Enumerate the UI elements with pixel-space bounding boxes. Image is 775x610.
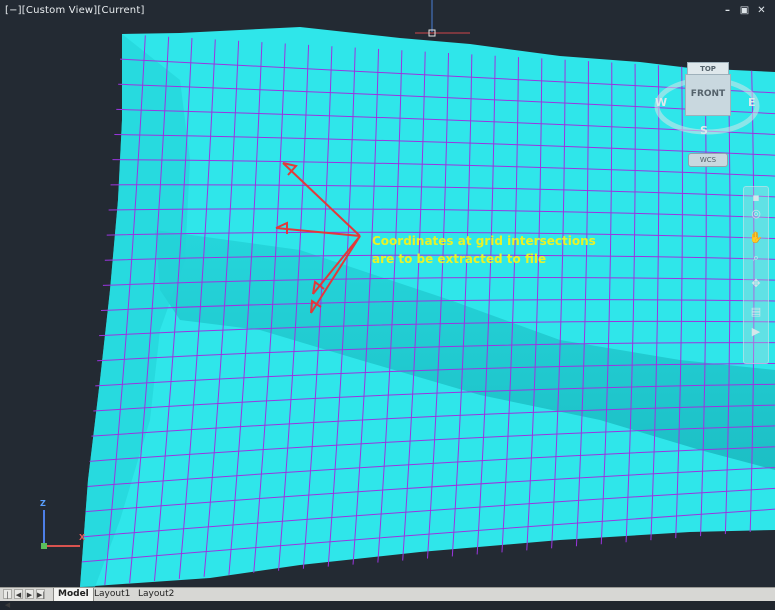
- viewcube[interactable]: TOP FRONT W E S WCS: [650, 60, 765, 180]
- tab-model[interactable]: Model: [53, 588, 94, 601]
- tab-layout2[interactable]: Layout2: [134, 588, 178, 601]
- close-button[interactable]: ✕: [756, 5, 767, 16]
- annotation-line-2: are to be extracted to file: [372, 252, 547, 266]
- crosshair-cursor: [415, 0, 470, 37]
- layout-tab-bar: |◀ ◀ ▶ ▶| Model Layout1 Layout2: [0, 587, 775, 609]
- navigation-bar: ▪ ◎ ✋ ⌕ ✥ ▤ ▶: [743, 186, 769, 364]
- ucs-z-label: Z: [40, 499, 46, 508]
- play-icon[interactable]: ▶: [748, 325, 764, 339]
- compass-east[interactable]: E: [748, 96, 756, 109]
- model-viewport[interactable]: [−][Custom View][Current] – ▣ ✕ Coordina…: [0, 0, 775, 587]
- annotation-text: Coordinates at grid intersections are to…: [372, 232, 596, 268]
- tab-prev-icon[interactable]: ◀: [14, 589, 23, 599]
- orbit-icon[interactable]: ✥: [748, 277, 764, 291]
- tab-next-icon[interactable]: ▶: [25, 589, 34, 599]
- viewport-window-controls: – ▣ ✕: [722, 5, 767, 16]
- wcs-menu-button[interactable]: WCS: [688, 153, 728, 167]
- tab-last-icon[interactable]: ▶|: [36, 589, 45, 599]
- view-label[interactable]: [−][Custom View][Current]: [5, 5, 145, 16]
- annotation-line-1: Coordinates at grid intersections: [372, 234, 596, 248]
- viewcube-front-face[interactable]: FRONT: [685, 74, 731, 116]
- pan-icon[interactable]: ✋: [748, 231, 764, 245]
- restore-button[interactable]: ▣: [739, 5, 750, 16]
- minimize-button[interactable]: –: [722, 5, 733, 16]
- compass-south[interactable]: S: [700, 124, 708, 137]
- tab-layout1[interactable]: Layout1: [90, 588, 134, 601]
- zoom-extents-icon[interactable]: ⌕: [748, 251, 764, 265]
- compass-west[interactable]: W: [655, 96, 667, 109]
- navbar-close-icon[interactable]: ▪: [748, 191, 764, 205]
- ucs-icon: Z X: [38, 499, 88, 552]
- ucs-x-label: X: [79, 533, 86, 542]
- steering-wheel-icon[interactable]: ◎: [748, 207, 764, 221]
- tab-first-icon[interactable]: |◀: [3, 589, 12, 609]
- showmotion-icon[interactable]: ▤: [748, 305, 764, 319]
